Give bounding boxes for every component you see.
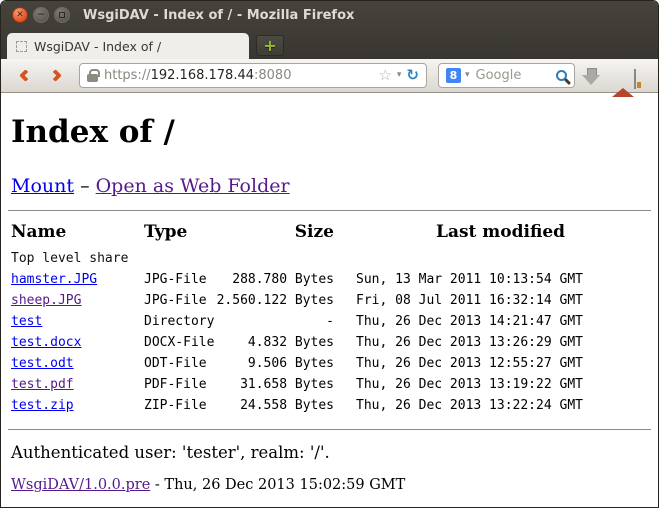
file-link[interactable]: hamster.JPG (11, 272, 97, 287)
file-link[interactable]: test.zip (11, 398, 74, 413)
url-port: :8080 (254, 68, 291, 83)
top-links: Mount – Open as Web Folder (11, 175, 648, 197)
home-button[interactable] (607, 66, 639, 86)
search-input[interactable] (474, 67, 532, 84)
minimize-button[interactable]: − (33, 7, 49, 23)
forward-button[interactable] (40, 71, 70, 80)
cell-modified: Thu, 26 Dec 2013 13:26:29 GMT (356, 332, 583, 353)
table-row: test.zip ZIP-File 24.558 Bytes Thu, 26 De… (11, 395, 648, 416)
lock-icon (87, 74, 98, 82)
table-row: test Directory - Thu, 26 Dec 2013 14:21:4… (11, 311, 648, 332)
cell-size: 2.560.122 Bytes (217, 290, 334, 311)
maximize-button[interactable] (54, 7, 70, 23)
tab-bar: WsgiDAV - Index of / + (1, 29, 658, 59)
footer-timestamp: - Thu, 26 Dec 2013 15:02:59 GMT (150, 477, 405, 493)
cell-size: 4.832 Bytes (248, 332, 334, 353)
link-separator: – (80, 175, 90, 197)
header-name: Name (11, 221, 144, 243)
url-scheme: https:// (104, 68, 151, 83)
url-bar[interactable]: https://192.168.178.44:8080 ☆ ▾ ↻ (79, 63, 427, 88)
search-engine-dropdown-icon[interactable]: ▾ (465, 71, 470, 80)
titlebar[interactable]: ✕ − WsgiDAV - Index of / - Mozilla Firef… (1, 1, 658, 29)
download-arrow-icon (582, 68, 600, 86)
file-link[interactable]: test.odt (11, 356, 74, 371)
table-row: test.pdf PDF-File 31.658 Bytes Thu, 26 De… (11, 374, 648, 395)
cell-type: JPG-File (144, 269, 207, 290)
cell-modified: Fri, 08 Jul 2011 16:32:14 GMT (356, 290, 583, 311)
cell-type: ZIP-File (144, 395, 207, 416)
plus-icon: + (263, 36, 276, 55)
maximize-icon (59, 12, 65, 18)
cell-size: 288.780 Bytes (232, 269, 334, 290)
table-row: sheep.JPG JPG-File 2.560.122 Bytes Fri, 0… (11, 290, 648, 311)
google-logo-icon[interactable]: 8 (446, 68, 461, 83)
home-icon (612, 69, 634, 86)
cell-modified: Thu, 26 Dec 2013 14:21:47 GMT (356, 311, 583, 332)
auth-status-line: Authenticated user: 'tester', realm: '/'… (11, 443, 648, 462)
mount-link[interactable]: Mount (11, 175, 74, 197)
url-text[interactable]: https://192.168.178.44:8080 (104, 68, 291, 83)
directory-link[interactable]: test (11, 314, 42, 329)
cell-modified: Thu, 26 Dec 2013 13:19:22 GMT (356, 374, 583, 395)
back-button[interactable] (10, 71, 40, 80)
search-magnifier-icon[interactable] (556, 70, 567, 81)
cell-type: Directory (144, 311, 214, 332)
cell-size: 24.558 Bytes (240, 395, 334, 416)
file-link[interactable]: sheep.JPG (11, 293, 81, 308)
url-bar-actions: ☆ ▾ ↻ (378, 68, 419, 83)
tab-active[interactable]: WsgiDAV - Index of / (7, 33, 249, 59)
firefox-window: ✕ − WsgiDAV - Index of / - Mozilla Firef… (0, 0, 659, 508)
forward-icon (49, 69, 62, 82)
cell-type: JPG-File (144, 290, 207, 311)
back-icon (19, 69, 32, 82)
header-size: Size (295, 221, 334, 243)
open-as-web-folder-link[interactable]: Open as Web Folder (96, 175, 290, 197)
page-footer: WsgiDAV/1.0.0.pre - Thu, 26 Dec 2013 15:… (11, 477, 648, 493)
directory-table: Name Type Size Last modified Top level s… (11, 221, 648, 416)
page-title: Index of / (11, 114, 648, 150)
minimize-icon: − (37, 11, 45, 20)
cell-modified: Thu, 26 Dec 2013 13:22:24 GMT (356, 395, 583, 416)
window-title: WsgiDAV - Index of / - Mozilla Firefox (83, 8, 354, 23)
favicon-placeholder-icon (16, 41, 27, 52)
url-dropdown-icon[interactable]: ▾ (397, 71, 402, 80)
search-box[interactable]: 8 ▾ (438, 63, 575, 88)
divider-top (8, 210, 651, 211)
cell-type: PDF-File (144, 374, 207, 395)
file-link[interactable]: test.docx (11, 335, 81, 350)
reload-icon[interactable]: ↻ (406, 68, 419, 83)
close-icon: ✕ (16, 11, 24, 20)
cell-size: 31.658 Bytes (240, 374, 334, 395)
wsgidav-version-link[interactable]: WsgiDAV/1.0.0.pre (11, 477, 150, 493)
downloads-button[interactable] (575, 66, 607, 86)
page-content: Index of / Mount – Open as Web Folder Na… (1, 93, 658, 507)
window-controls: ✕ − (12, 7, 70, 23)
table-row: hamster.JPG JPG-File 288.780 Bytes Sun, 1… (11, 269, 648, 290)
cell-type: DOCX-File (144, 332, 214, 353)
table-row: test.docx DOCX-File 4.832 Bytes Thu, 26 D… (11, 332, 648, 353)
cell-size: 9.506 Bytes (248, 353, 334, 374)
url-host: 192.168.178.44 (151, 68, 254, 83)
window-chrome: ✕ − WsgiDAV - Index of / - Mozilla Firef… (1, 1, 658, 59)
cell-modified: Sun, 13 Mar 2011 10:13:54 GMT (356, 269, 583, 290)
header-type: Type (144, 221, 187, 243)
header-last-modified: Last modified (436, 221, 565, 243)
navigation-toolbar: https://192.168.178.44:8080 ☆ ▾ ↻ 8 ▾ (1, 59, 658, 93)
divider-bottom (8, 429, 651, 430)
table-caption: Top level share (11, 249, 648, 269)
file-link[interactable]: test.pdf (11, 377, 74, 392)
tab-label: WsgiDAV - Index of / (34, 39, 161, 54)
close-button[interactable]: ✕ (12, 7, 28, 23)
new-tab-button[interactable]: + (256, 35, 284, 56)
bookmark-star-icon[interactable]: ☆ (378, 68, 391, 83)
cell-modified: Thu, 26 Dec 2013 12:55:27 GMT (356, 353, 583, 374)
table-row: test.odt ODT-File 9.506 Bytes Thu, 26 Dec… (11, 353, 648, 374)
cell-type: ODT-File (144, 353, 207, 374)
cell-size: - (326, 311, 334, 332)
table-header: Name Type Size Last modified (11, 221, 648, 243)
